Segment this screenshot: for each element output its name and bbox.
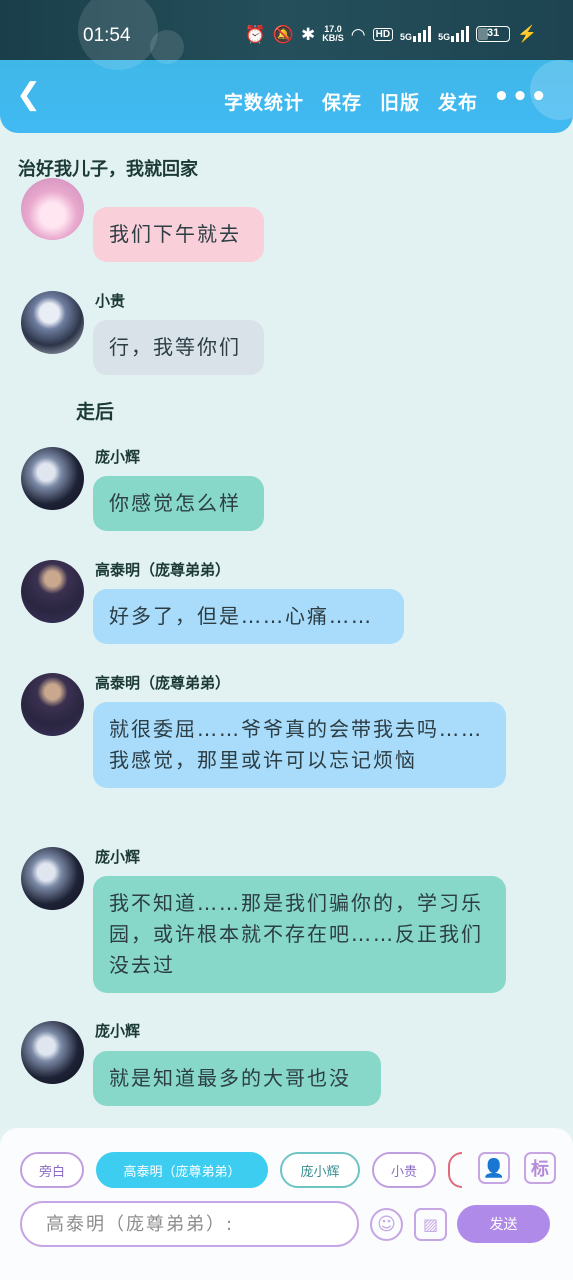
wifi-icon: ◠: [350, 24, 366, 44]
emoji-icon[interactable]: ☺: [370, 1208, 403, 1241]
charging-icon: ⚡: [517, 26, 537, 43]
speaker-name: 高泰明（庞尊弟弟）: [95, 561, 231, 579]
avatar[interactable]: [21, 447, 84, 510]
avatar[interactable]: [21, 1021, 84, 1084]
save-button[interactable]: 保存: [322, 88, 362, 115]
message-bubble[interactable]: 就很委屈……爷爷真的会带我去吗……我感觉，那里或许可以忘记烦恼: [93, 702, 506, 788]
send-button[interactable]: 发送: [457, 1205, 550, 1243]
bluetooth-icon: ✱: [300, 24, 316, 44]
message-input[interactable]: [22, 1203, 357, 1245]
signal-1: 5G: [400, 26, 432, 42]
chapter-title: 治好我儿子，我就回家: [18, 159, 198, 180]
header-menu: 字数统计 保存 旧版 发布: [224, 88, 478, 115]
mute-icon: 🔕: [272, 24, 294, 44]
battery-level: 31: [486, 27, 500, 39]
speed-unit: KB/S: [322, 33, 344, 43]
role-chip-xiaogui[interactable]: 小贵: [372, 1152, 436, 1188]
role-chip-more[interactable]: [448, 1152, 462, 1188]
back-button[interactable]: ❮: [16, 80, 48, 112]
avatar[interactable]: [21, 178, 84, 240]
chat-area[interactable]: 治好我儿子，我就回家 我们下午就去 小贵 行，我等你们 走后 庞小辉 你感觉怎么…: [0, 133, 573, 1128]
tag-icon[interactable]: 标: [524, 1152, 556, 1184]
image-icon[interactable]: ▨: [414, 1208, 447, 1241]
signal-bars-icon: [451, 26, 470, 42]
alarm-icon: ⏰: [244, 24, 266, 44]
signal-2: 5G: [438, 26, 470, 42]
message-bubble[interactable]: 就是知道最多的大哥也没: [93, 1051, 381, 1106]
top-area: 01:54 ⏰ 🔕 ✱ 17.0 KB/S ◠ HD 5G 5G 31 ⚡ ❮: [0, 0, 573, 133]
publish-button[interactable]: 发布: [438, 88, 478, 115]
hd-badge: HD: [372, 27, 394, 41]
avatar[interactable]: [21, 560, 84, 623]
speaker-name: 小贵: [95, 292, 126, 310]
more-options-icon[interactable]: •••: [493, 84, 549, 110]
chevron-left-icon: ❮: [16, 77, 42, 112]
battery-icon: 31: [476, 26, 511, 42]
app-header: ❮ 字数统计 保存 旧版 发布 •••: [0, 60, 573, 133]
role-chip-narration[interactable]: 旁白: [20, 1152, 84, 1188]
speaker-name: 庞小辉: [95, 1022, 141, 1040]
add-character-icon[interactable]: 👤: [478, 1152, 510, 1184]
role-chip-gao-taiming[interactable]: 高泰明（庞尊弟弟）: [96, 1152, 268, 1188]
decor-bubble: [150, 30, 184, 64]
avatar[interactable]: [21, 847, 84, 910]
avatar[interactable]: [21, 673, 84, 736]
message-input-wrapper: [20, 1201, 359, 1247]
status-icons: ⏰ 🔕 ✱ 17.0 KB/S ◠ HD 5G 5G 31 ⚡: [245, 24, 537, 44]
status-time: 01:54: [83, 25, 131, 46]
narration-text: 走后: [76, 401, 115, 423]
status-bar: 01:54 ⏰ 🔕 ✱ 17.0 KB/S ◠ HD 5G 5G 31 ⚡: [0, 0, 573, 70]
speaker-name: 高泰明（庞尊弟弟）: [95, 674, 231, 692]
message-bubble[interactable]: 我不知道……那是我们骗你的，学习乐园，或许根本就不存在吧……反正我们没去过: [93, 876, 506, 993]
speaker-name: 庞小辉: [95, 448, 141, 466]
network-speed: 17.0 KB/S: [322, 25, 344, 43]
message-bubble[interactable]: 我们下午就去: [93, 207, 264, 262]
role-chip-pang-xiaohui[interactable]: 庞小辉: [280, 1152, 360, 1188]
word-count-button[interactable]: 字数统计: [224, 88, 304, 115]
role-selector: 旁白 高泰明（庞尊弟弟） 庞小辉 小贵: [20, 1152, 462, 1188]
avatar[interactable]: [21, 291, 84, 354]
signal-1-label: 5G: [400, 32, 413, 42]
message-bubble[interactable]: 你感觉怎么样: [93, 476, 264, 531]
signal-bars-icon: [413, 26, 432, 42]
old-version-button[interactable]: 旧版: [380, 88, 420, 115]
message-bubble[interactable]: 好多了，但是……心痛……: [93, 589, 404, 644]
input-panel: 旁白 高泰明（庞尊弟弟） 庞小辉 小贵 👤 标 ☺ ▨ 发送: [0, 1128, 573, 1280]
signal-2-label: 5G: [438, 32, 451, 42]
message-bubble[interactable]: 行，我等你们: [93, 320, 264, 375]
speaker-name: 庞小辉: [95, 848, 141, 866]
